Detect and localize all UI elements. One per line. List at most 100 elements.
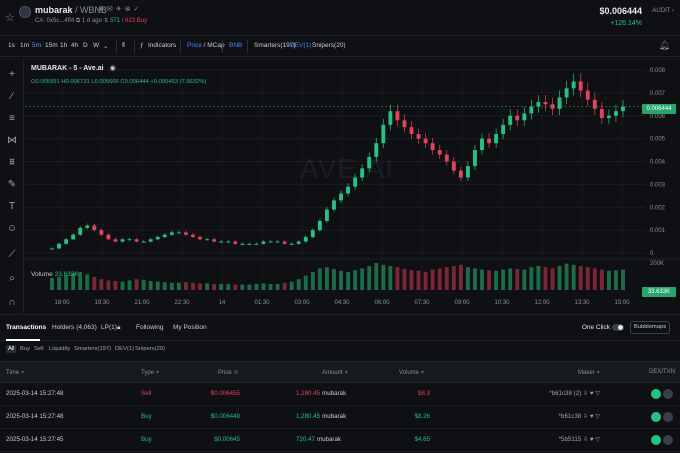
chart-canvas[interactable]: 0.008 0.007 0.006 0.005 0.004 0.003 0.002 0.001… bbox=[25, 58, 680, 313]
volume-bar bbox=[339, 270, 343, 290]
price-chart[interactable]: 0.008 0.007 0.006 0.005 0.004 0.003 0.002 0.001… bbox=[25, 58, 680, 313]
divider bbox=[134, 40, 135, 53]
candle-body bbox=[134, 239, 139, 242]
volume-bar bbox=[494, 270, 499, 290]
audit-link[interactable]: AUDIT › bbox=[652, 8, 674, 14]
filter-snipers[interactable]: Snipers(20) bbox=[135, 346, 165, 352]
tf-4h[interactable]: 4h bbox=[71, 42, 78, 49]
one-click-toggle[interactable] bbox=[612, 324, 624, 331]
col-volume[interactable]: Volume ▾ bbox=[399, 369, 424, 376]
tab-lp[interactable]: LP(1) bbox=[101, 324, 117, 331]
bnb-toggle[interactable]: BNB bbox=[229, 42, 242, 49]
col-price[interactable]: Price ⊕ bbox=[218, 369, 239, 376]
indicators-button[interactable]: Indicators bbox=[148, 42, 176, 49]
col-type[interactable]: Type ▾ bbox=[141, 369, 159, 376]
pair-age: 1 d ago bbox=[81, 18, 102, 24]
magnet-icon[interactable]: ∩ bbox=[5, 296, 19, 310]
tf-d[interactable]: D bbox=[83, 42, 88, 49]
table-row[interactable]: 2025-03-14 15:27:48 Buy $0.006449 1,280.… bbox=[0, 406, 680, 429]
tab-my-position[interactable]: My Position bbox=[173, 324, 207, 331]
candle-type-icon[interactable]: ⫴ bbox=[122, 42, 125, 50]
contract-address[interactable]: CA: 0x5c...4ff4 bbox=[35, 18, 74, 24]
zoom-icon[interactable]: ⌕ bbox=[5, 272, 19, 286]
dev-button[interactable]: DEV(1) bbox=[290, 42, 311, 49]
copy-icon[interactable]: ⧉ bbox=[76, 18, 80, 24]
candle-body bbox=[282, 241, 287, 244]
volume-bar bbox=[508, 268, 513, 290]
crosshair-icon[interactable]: + bbox=[5, 68, 19, 82]
filter-sell[interactable]: Sell bbox=[34, 346, 44, 352]
row-type: Sell bbox=[141, 390, 152, 397]
volume-bar bbox=[92, 276, 97, 290]
candle-body bbox=[606, 115, 611, 119]
row-maker[interactable]: *5b5115 ⇩ ♥ ▽ bbox=[559, 436, 600, 443]
bell-icon[interactable]: 🔔︎ bbox=[659, 40, 670, 51]
candle-body bbox=[501, 124, 506, 135]
filter-liquidity[interactable]: Liquidity bbox=[49, 346, 70, 352]
col-amount[interactable]: Amount ▾ bbox=[322, 369, 348, 376]
chevron-down-icon[interactable]: ⌄ bbox=[103, 42, 108, 50]
y-tick-label: 0.002 bbox=[650, 205, 666, 211]
tf-1s[interactable]: 1s bbox=[8, 42, 15, 49]
col-maker[interactable]: Maker ▾ bbox=[578, 369, 600, 376]
row-amount: 1,280.45 mubarak bbox=[296, 413, 347, 420]
trendline-icon[interactable]: ⁄ bbox=[5, 90, 19, 104]
filter-buy[interactable]: Buy bbox=[20, 346, 30, 352]
tf-15m[interactable]: 15m bbox=[45, 42, 58, 49]
horizontal-lines-icon[interactable]: ≡ bbox=[5, 112, 19, 126]
row-maker[interactable]: *b61c38 (2) ⇩ ♥ ▽ bbox=[549, 390, 600, 397]
price-mcap-toggle[interactable]: Price / MCap bbox=[187, 42, 225, 49]
txn-link-icon[interactable] bbox=[663, 412, 673, 422]
candle-body bbox=[543, 102, 548, 105]
y-tick-label: 0.003 bbox=[650, 182, 666, 188]
volume-bar bbox=[606, 270, 611, 290]
favorite-star-icon[interactable]: ☆ bbox=[5, 11, 15, 24]
tab-holders[interactable]: Holders (4,063) bbox=[52, 324, 97, 331]
volume-bar bbox=[374, 263, 379, 290]
dex-icon[interactable] bbox=[651, 389, 661, 399]
tf-1h[interactable]: 1h bbox=[60, 42, 67, 49]
text-tool-icon[interactable]: T bbox=[5, 200, 19, 214]
candle-body bbox=[388, 111, 393, 125]
price-change: +126.14% bbox=[610, 20, 642, 27]
volume-bar bbox=[529, 267, 534, 290]
indicators-icon[interactable]: ƒ bbox=[140, 42, 144, 49]
volume-legend: Volume 33.633K bbox=[31, 271, 79, 278]
dex-icon[interactable] bbox=[651, 435, 661, 445]
candle-body bbox=[92, 225, 97, 231]
candle-body bbox=[296, 241, 301, 244]
emoji-icon[interactable]: ☺ bbox=[5, 222, 19, 236]
dex-icon[interactable] bbox=[651, 412, 661, 422]
col-time[interactable]: Time ▾ bbox=[6, 369, 24, 376]
chart-toolbar: 1s 1m 5m 15m 1h 4h D W ⌄ ⫴ ƒ Indicators … bbox=[0, 37, 680, 57]
bubblemaps-button[interactable]: Bubblemaps bbox=[630, 321, 670, 334]
tf-1m[interactable]: 1m bbox=[20, 42, 29, 49]
filter-all[interactable]: All bbox=[6, 345, 17, 353]
tf-w[interactable]: W bbox=[93, 42, 99, 49]
txn-link-icon[interactable] bbox=[663, 389, 673, 399]
candle-body bbox=[219, 241, 224, 243]
candle-body bbox=[487, 138, 492, 144]
volume-bar bbox=[134, 279, 139, 290]
table-row[interactable]: 2025-03-14 15:27:48 Sell $0.006455 1,280… bbox=[0, 383, 680, 406]
candle-body bbox=[198, 236, 202, 240]
brush-icon[interactable]: ✎ bbox=[5, 178, 19, 192]
social-icons[interactable]: ⊕✉✈⊗✓ bbox=[98, 5, 142, 13]
volume-bar bbox=[430, 269, 435, 290]
ruler-icon[interactable]: ⟋ bbox=[5, 248, 19, 262]
tab-following[interactable]: Following bbox=[136, 324, 163, 331]
txn-link-icon[interactable] bbox=[663, 435, 673, 445]
filter-dev[interactable]: DEV(1) bbox=[115, 346, 134, 352]
tf-5m[interactable]: 5m bbox=[32, 42, 41, 49]
tab-transactions[interactable]: Transactions bbox=[6, 324, 46, 331]
row-maker[interactable]: *b61c38 ⇩ ♥ ▽ bbox=[559, 413, 601, 420]
eye-icon[interactable]: ◉ bbox=[110, 65, 116, 72]
volume-bar bbox=[233, 284, 238, 290]
snipers-button[interactable]: Snipers(20) bbox=[312, 42, 346, 49]
volume-bar bbox=[324, 267, 329, 290]
pattern-icon[interactable]: ⩩ bbox=[5, 156, 19, 170]
filter-smarters[interactable]: Smarters(197) bbox=[74, 346, 111, 352]
fib-icon[interactable]: ⋈ bbox=[5, 134, 19, 148]
row-volume: $8.3 bbox=[417, 390, 430, 397]
table-row[interactable]: 2025-03-14 15:27:45 Buy $0.00645 720.47 m… bbox=[0, 429, 680, 452]
